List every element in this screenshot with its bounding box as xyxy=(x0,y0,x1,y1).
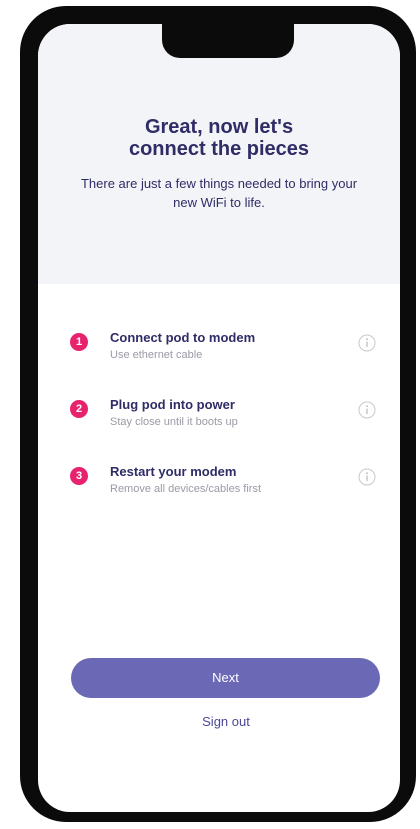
step-title: Connect pod to modem xyxy=(110,330,256,345)
info-icon[interactable] xyxy=(358,468,376,486)
page-title-line-1: Great, now let's xyxy=(144,116,294,138)
page-title-line-2: connect the pieces xyxy=(128,138,310,160)
header-panel: Great, now let's connect the pieces Ther… xyxy=(38,24,400,284)
info-icon[interactable] xyxy=(358,334,376,352)
sign-out-link[interactable]: Sign out xyxy=(38,714,400,730)
step-subtitle: Remove all devices/cables first xyxy=(110,483,262,495)
step-subtitle: Stay close until it boots up xyxy=(110,416,238,428)
canvas: Great, now let's connect the pieces Ther… xyxy=(0,0,420,829)
step-number-badge: 3 xyxy=(70,467,88,485)
page-subtitle: There are just a few things needed to br… xyxy=(80,176,358,210)
step-title: Restart your modem xyxy=(110,464,237,479)
step-number-badge: 1 xyxy=(70,333,88,351)
step-item-1: 1 Connect pod to modem Use ethernet cabl… xyxy=(38,330,400,370)
step-subtitle: Use ethernet cable xyxy=(110,349,203,361)
page-title: Great, now let's connect the pieces xyxy=(58,116,380,160)
step-number-badge: 2 xyxy=(70,400,88,418)
step-item-2: 2 Plug pod into power Stay close until i… xyxy=(38,397,400,437)
step-title: Plug pod into power xyxy=(110,397,235,412)
info-icon[interactable] xyxy=(358,401,376,419)
phone-notch xyxy=(162,24,294,58)
phone-screen: Great, now let's connect the pieces Ther… xyxy=(38,24,400,812)
step-item-3: 3 Restart your modem Remove all devices/… xyxy=(38,464,400,504)
next-button[interactable]: Next xyxy=(71,658,380,698)
